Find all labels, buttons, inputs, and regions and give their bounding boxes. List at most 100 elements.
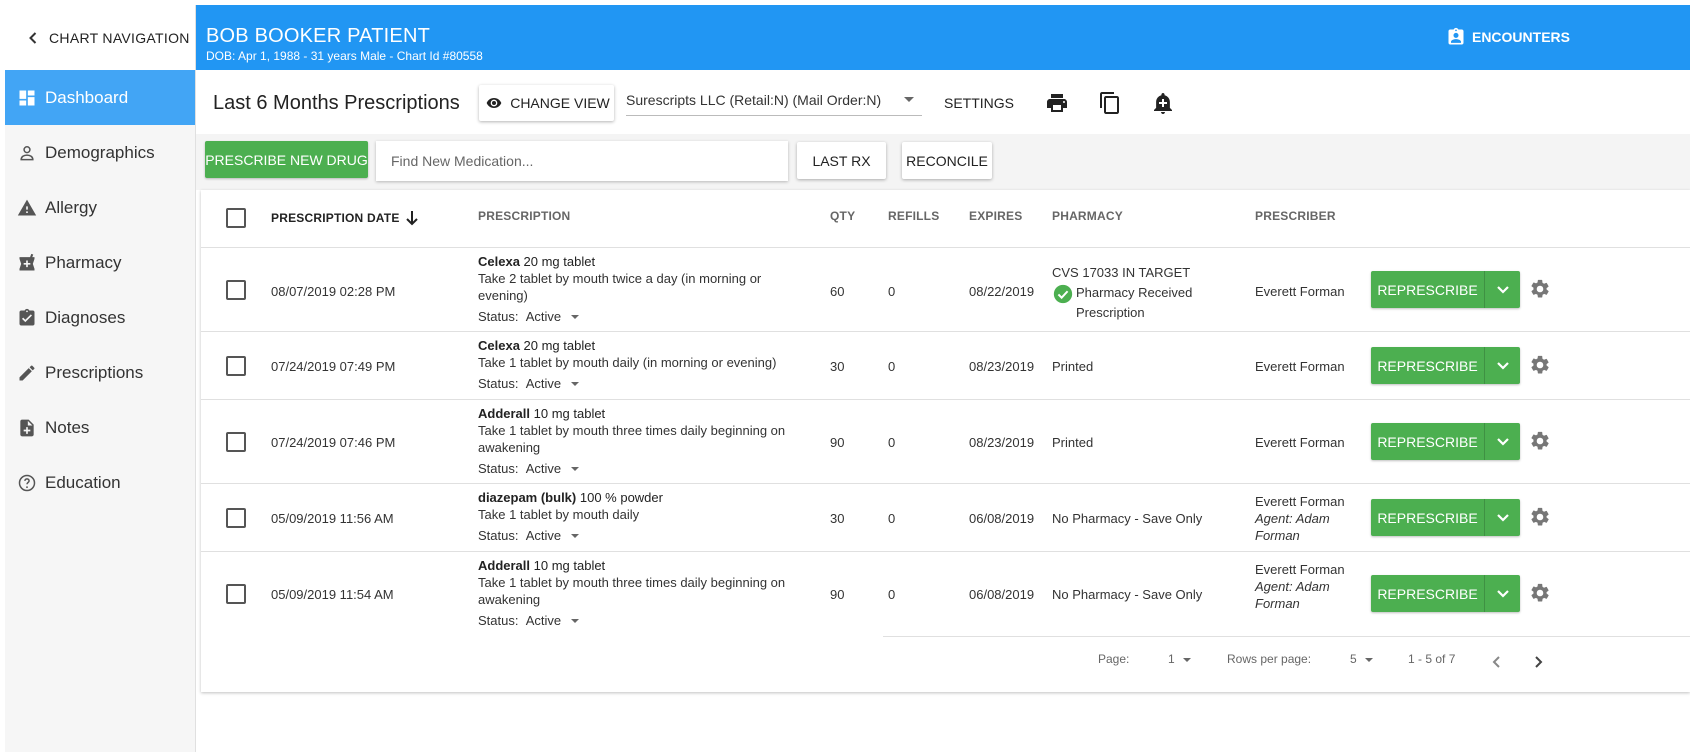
- prescribe-new-drug-button[interactable]: PRESCRIBE NEW DRUG: [205, 141, 368, 178]
- prescription-details: Adderall 10 mg tablet Take 1 tablet by m…: [478, 557, 798, 629]
- status-value: Active: [525, 613, 562, 628]
- sidebar-item-label: Notes: [45, 417, 90, 437]
- pharmacy-name: Printed: [1052, 435, 1094, 450]
- refills: 0: [888, 359, 896, 374]
- gear-icon[interactable]: [1529, 506, 1551, 528]
- column-header-qty[interactable]: QTY: [830, 209, 855, 223]
- row-checkbox[interactable]: [226, 584, 246, 604]
- sidebar-item-prescriptions[interactable]: Prescriptions: [5, 345, 195, 400]
- pharmacy-select[interactable]: Surescripts LLC (Retail:N) (Mail Order:N…: [626, 85, 922, 116]
- column-header-expires[interactable]: EXPIRES: [969, 209, 1022, 223]
- gear-icon[interactable]: [1529, 278, 1551, 300]
- represcribe-button[interactable]: REPRESCRIBE: [1371, 575, 1520, 612]
- prescription-details: Adderall 10 mg tablet Take 1 tablet by m…: [478, 405, 798, 477]
- qty: 30: [830, 359, 845, 374]
- reconcile-button[interactable]: RECONCILE: [902, 142, 992, 179]
- table-row[interactable]: 08/07/2019 02:28 PM Celexa 20 mg tablet …: [201, 247, 1690, 332]
- column-header-refills[interactable]: REFILLS: [888, 209, 939, 223]
- select-all-checkbox[interactable]: [226, 208, 246, 228]
- represcribe-label: REPRESCRIBE: [1371, 499, 1485, 536]
- patient-header: BOB BOOKER PATIENT DOB: Apr 1, 1988 - 31…: [196, 5, 1690, 70]
- refills: 0: [888, 511, 896, 526]
- page-select[interactable]: 1: [1168, 652, 1191, 666]
- sidebar-item-allergy[interactable]: Allergy: [5, 180, 195, 235]
- row-checkbox[interactable]: [226, 432, 246, 452]
- pagination-divider: [883, 636, 1690, 637]
- gear-icon[interactable]: [1529, 354, 1551, 376]
- represcribe-button[interactable]: REPRESCRIBE: [1371, 423, 1520, 460]
- settings-button[interactable]: SETTINGS: [944, 95, 1014, 111]
- table-row[interactable]: 07/24/2019 07:46 PM Adderall 10 mg table…: [201, 399, 1690, 484]
- caret-down-icon: [1364, 657, 1373, 662]
- prescription-date: 07/24/2019 07:49 PM: [271, 359, 396, 374]
- next-page-icon[interactable]: [1531, 655, 1545, 674]
- refills: 0: [888, 587, 896, 602]
- status-selector[interactable]: Status: Active: [478, 527, 798, 544]
- sidebar-item-notes[interactable]: Notes: [5, 400, 195, 455]
- sidebar-item-education[interactable]: Education: [5, 455, 195, 510]
- chevron-down-icon[interactable]: [1485, 499, 1520, 536]
- gear-icon[interactable]: [1529, 582, 1551, 604]
- change-view-button[interactable]: CHANGE VIEW: [479, 85, 614, 121]
- row-checkbox[interactable]: [226, 508, 246, 528]
- chart-navigation-label: CHART NAVIGATION: [49, 29, 190, 46]
- qty: 90: [830, 587, 845, 602]
- chevron-down-icon[interactable]: [1485, 423, 1520, 460]
- row-checkbox[interactable]: [226, 356, 246, 376]
- gear-icon[interactable]: [1529, 430, 1551, 452]
- drug-line: Adderall 10 mg tablet: [478, 405, 798, 422]
- chevron-down-icon[interactable]: [1485, 347, 1520, 384]
- prescriber: Everett Forman: [1255, 284, 1345, 299]
- status-selector[interactable]: Status: Active: [478, 612, 798, 629]
- status-value: Active: [525, 528, 562, 543]
- table-row[interactable]: 05/09/2019 11:54 AM Adderall 10 mg table…: [201, 551, 1690, 636]
- represcribe-button[interactable]: REPRESCRIBE: [1371, 347, 1520, 384]
- status-value: Active: [525, 461, 562, 476]
- prescription-date: 07/24/2019 07:46 PM: [271, 435, 396, 450]
- sidebar-item-pharmacy[interactable]: Pharmacy: [5, 235, 195, 290]
- dashboard-icon: [16, 87, 38, 109]
- patient-name: BOB BOOKER PATIENT: [206, 25, 431, 47]
- drug-line: diazepam (bulk) 100 % powder: [478, 489, 798, 506]
- sidebar-item-diagnoses[interactable]: Diagnoses: [5, 290, 195, 345]
- chart-navigation-button[interactable]: CHART NAVIGATION: [5, 5, 195, 70]
- pharmacy-cell: CVS 17033 IN TARGET Pharmacy Received Pr…: [1052, 263, 1232, 323]
- last-rx-button[interactable]: LAST RX: [797, 142, 886, 179]
- nav-list: Dashboard Demographics Allergy Pharmacy …: [5, 70, 195, 510]
- prescriber: Everett Forman: [1255, 435, 1345, 450]
- column-header-prescription[interactable]: PRESCRIPTION: [478, 209, 570, 223]
- caret-down-icon: [571, 381, 580, 386]
- print-icon[interactable]: [1045, 91, 1069, 115]
- status-selector[interactable]: Status: Active: [478, 375, 808, 392]
- prescriber: Everett Forman: [1255, 494, 1345, 509]
- sidebar: CHART NAVIGATION Dashboard Demographics …: [5, 5, 196, 752]
- chevron-down-icon[interactable]: [1485, 575, 1520, 612]
- column-header-prescriber[interactable]: PRESCRIBER: [1255, 209, 1336, 223]
- arrow-down-icon: [405, 211, 418, 226]
- chevron-down-icon[interactable]: [1485, 271, 1520, 308]
- copy-icon[interactable]: [1098, 91, 1122, 115]
- column-header-prescription-date[interactable]: PRESCRIPTION DATE: [271, 209, 420, 227]
- prescription-date: 05/09/2019 11:54 AM: [271, 587, 394, 602]
- column-header-pharmacy[interactable]: PHARMACY: [1052, 209, 1123, 223]
- qty: 30: [830, 511, 845, 526]
- find-medication-input[interactable]: [376, 141, 788, 181]
- sidebar-item-demographics[interactable]: Demographics: [5, 125, 195, 180]
- rows-per-page-select[interactable]: 5: [1350, 652, 1373, 666]
- represcribe-button[interactable]: REPRESCRIBE: [1371, 271, 1520, 308]
- row-checkbox[interactable]: [226, 280, 246, 300]
- drug-strength: 10 mg tablet: [530, 558, 606, 573]
- table-row[interactable]: 05/09/2019 11:56 AM diazepam (bulk) 100 …: [201, 483, 1690, 552]
- drug-line: Celexa 20 mg tablet: [478, 337, 808, 354]
- encounters-button[interactable]: ENCOUNTERS: [1446, 26, 1570, 48]
- drug-name: Celexa: [478, 254, 520, 269]
- sidebar-item-dashboard[interactable]: Dashboard: [5, 70, 195, 125]
- add-alert-icon[interactable]: [1151, 91, 1175, 115]
- status-selector[interactable]: Status: Active: [478, 460, 798, 477]
- represcribe-button[interactable]: REPRESCRIBE: [1371, 499, 1520, 536]
- prev-page-icon[interactable]: [1490, 655, 1504, 674]
- prescriber: Everett Forman: [1255, 562, 1345, 577]
- table-row[interactable]: 07/24/2019 07:49 PM Celexa 20 mg tablet …: [201, 331, 1690, 400]
- pharmacy-name: CVS 17033 IN TARGET: [1052, 265, 1191, 280]
- status-selector[interactable]: Status: Active: [478, 308, 798, 325]
